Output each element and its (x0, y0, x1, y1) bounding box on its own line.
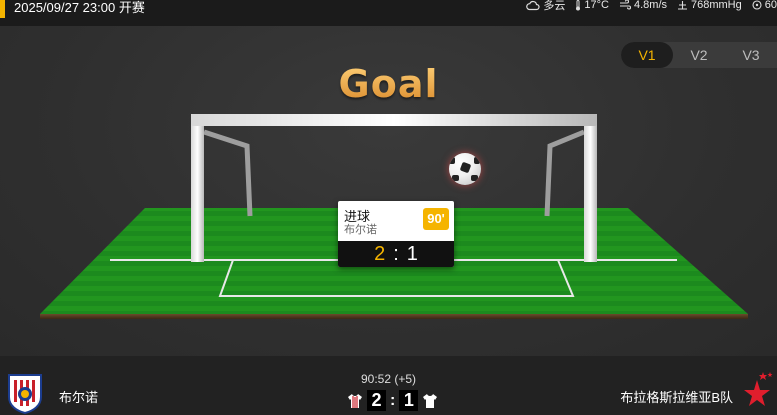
crossbar (191, 114, 597, 126)
top-bar: 2025/09/27 23:00 开赛 多云 17°C 4.8m/s 768mm… (0, 0, 777, 26)
goal-back-frame (203, 129, 253, 217)
accent-bar (0, 0, 5, 18)
left-post (191, 114, 204, 262)
pressure-icon (678, 1, 687, 10)
temperature: 17°C (575, 0, 609, 13)
away-jersey-icon (423, 393, 438, 408)
pitch-edge (40, 314, 748, 319)
wind-value: 4.8m/s (633, 0, 667, 11)
match-clock: 90:52 (+5) (360, 372, 417, 386)
humidity-icon (752, 0, 762, 10)
pitch-graphic (40, 114, 748, 319)
soccer-ball (449, 153, 481, 185)
humidity: 60 (752, 0, 777, 13)
event-home-score: 2 (374, 242, 386, 265)
pressure-value: 768mmHg (691, 0, 742, 11)
weather-info: 多云 17°C 4.8m/s 768mmHg 60 (526, 0, 777, 13)
match-kickoff-info: 2025/09/27 23:00 开赛 (14, 0, 145, 15)
away-team-name: 布拉格斯拉维亚B队 (620, 390, 733, 405)
temperature-value: 17°C (584, 0, 609, 11)
wind-icon (619, 0, 631, 10)
wind: 4.8m/s (619, 0, 667, 13)
home-score: 2 (367, 390, 386, 411)
scoreboard: 2 : 1 (347, 390, 438, 411)
event-score: 2 : 1 (338, 241, 454, 267)
pressure: 768mmHg (677, 0, 742, 13)
score-separator: : (390, 391, 396, 409)
weather-condition: 多云 (526, 0, 565, 13)
humidity-value: 60 (764, 0, 777, 11)
weather-label: 多云 (543, 0, 566, 12)
event-team: 布尔诺 (344, 224, 377, 236)
cloud-icon (526, 0, 540, 10)
home-team-name: 布尔诺 (59, 390, 99, 405)
event-away-score: 1 (406, 242, 418, 265)
event-score-separator: : (393, 242, 399, 265)
scoreboard-bar: 布尔诺 90:52 (+5) 2 : 1 布拉格斯拉维亚B队 (0, 356, 777, 415)
home-jersey-icon (348, 393, 362, 408)
right-post (584, 114, 597, 262)
away-team-logo (744, 372, 773, 406)
away-score: 1 (399, 390, 419, 411)
goal-event-card: 进球 布尔诺 90' 2 : 1 (338, 201, 454, 267)
match-animation: V1 V2 V3 Goal Goal (0, 26, 777, 356)
event-minute-badge: 90' (423, 208, 449, 230)
thermometer-icon (576, 0, 581, 10)
goal-back-frame-right (544, 129, 585, 217)
